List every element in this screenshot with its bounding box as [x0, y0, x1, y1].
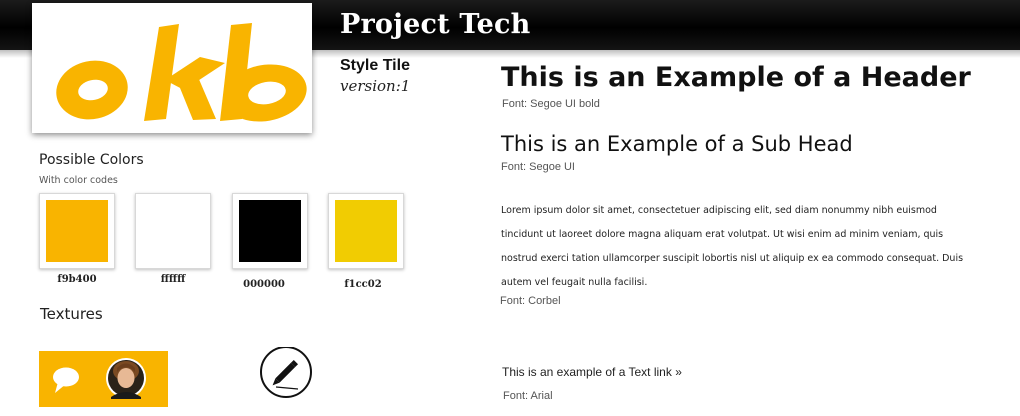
color-swatch-f9b400	[39, 193, 115, 269]
texture-sample	[39, 351, 168, 407]
style-tile-label: Style Tile	[340, 57, 410, 74]
avatar	[106, 358, 146, 399]
color-swatch-fill	[142, 200, 204, 262]
color-swatch-f1cc02	[328, 193, 404, 269]
example-header: This is an Example of a Header	[501, 62, 971, 93]
link-font-note: Font: Arial	[503, 390, 553, 402]
okb-logo	[56, 23, 307, 122]
logo-card	[32, 3, 312, 133]
okb-logo-mark	[56, 23, 307, 122]
example-subhead: This is an Example of a Sub Head	[501, 132, 853, 156]
speech-bubble-icon	[53, 367, 79, 393]
color-code-label: f9b400	[57, 274, 97, 285]
header-font-note: Font: Segoe UI bold	[502, 98, 600, 110]
page-title: Project Tech	[340, 9, 531, 40]
body-text-sample: Lorem ipsum dolor sit amet, consectetuer…	[501, 205, 964, 288]
color-swatch-fill	[239, 200, 301, 262]
body-font-note: Font: Corbel	[500, 295, 561, 307]
color-code-label: ffffff	[160, 274, 186, 285]
style-tile-version: version:1	[340, 77, 411, 95]
subhead-font-note: Font: Segoe UI	[501, 161, 575, 173]
possible-colors-heading: Possible Colors	[39, 152, 144, 168]
color-code-label: 000000	[243, 279, 285, 290]
color-swatch-ffffff	[135, 193, 211, 269]
textures-heading: Textures	[40, 305, 103, 323]
color-swatch-fill	[46, 200, 108, 262]
color-swatch-fill	[335, 200, 397, 262]
color-swatch-000000	[232, 193, 308, 269]
possible-colors-subheading: With color codes	[39, 175, 118, 186]
text-link-example[interactable]: This is an example of a Text link »	[502, 365, 682, 379]
pencil-icon	[260, 347, 312, 398]
color-code-label: f1cc02	[344, 279, 382, 290]
